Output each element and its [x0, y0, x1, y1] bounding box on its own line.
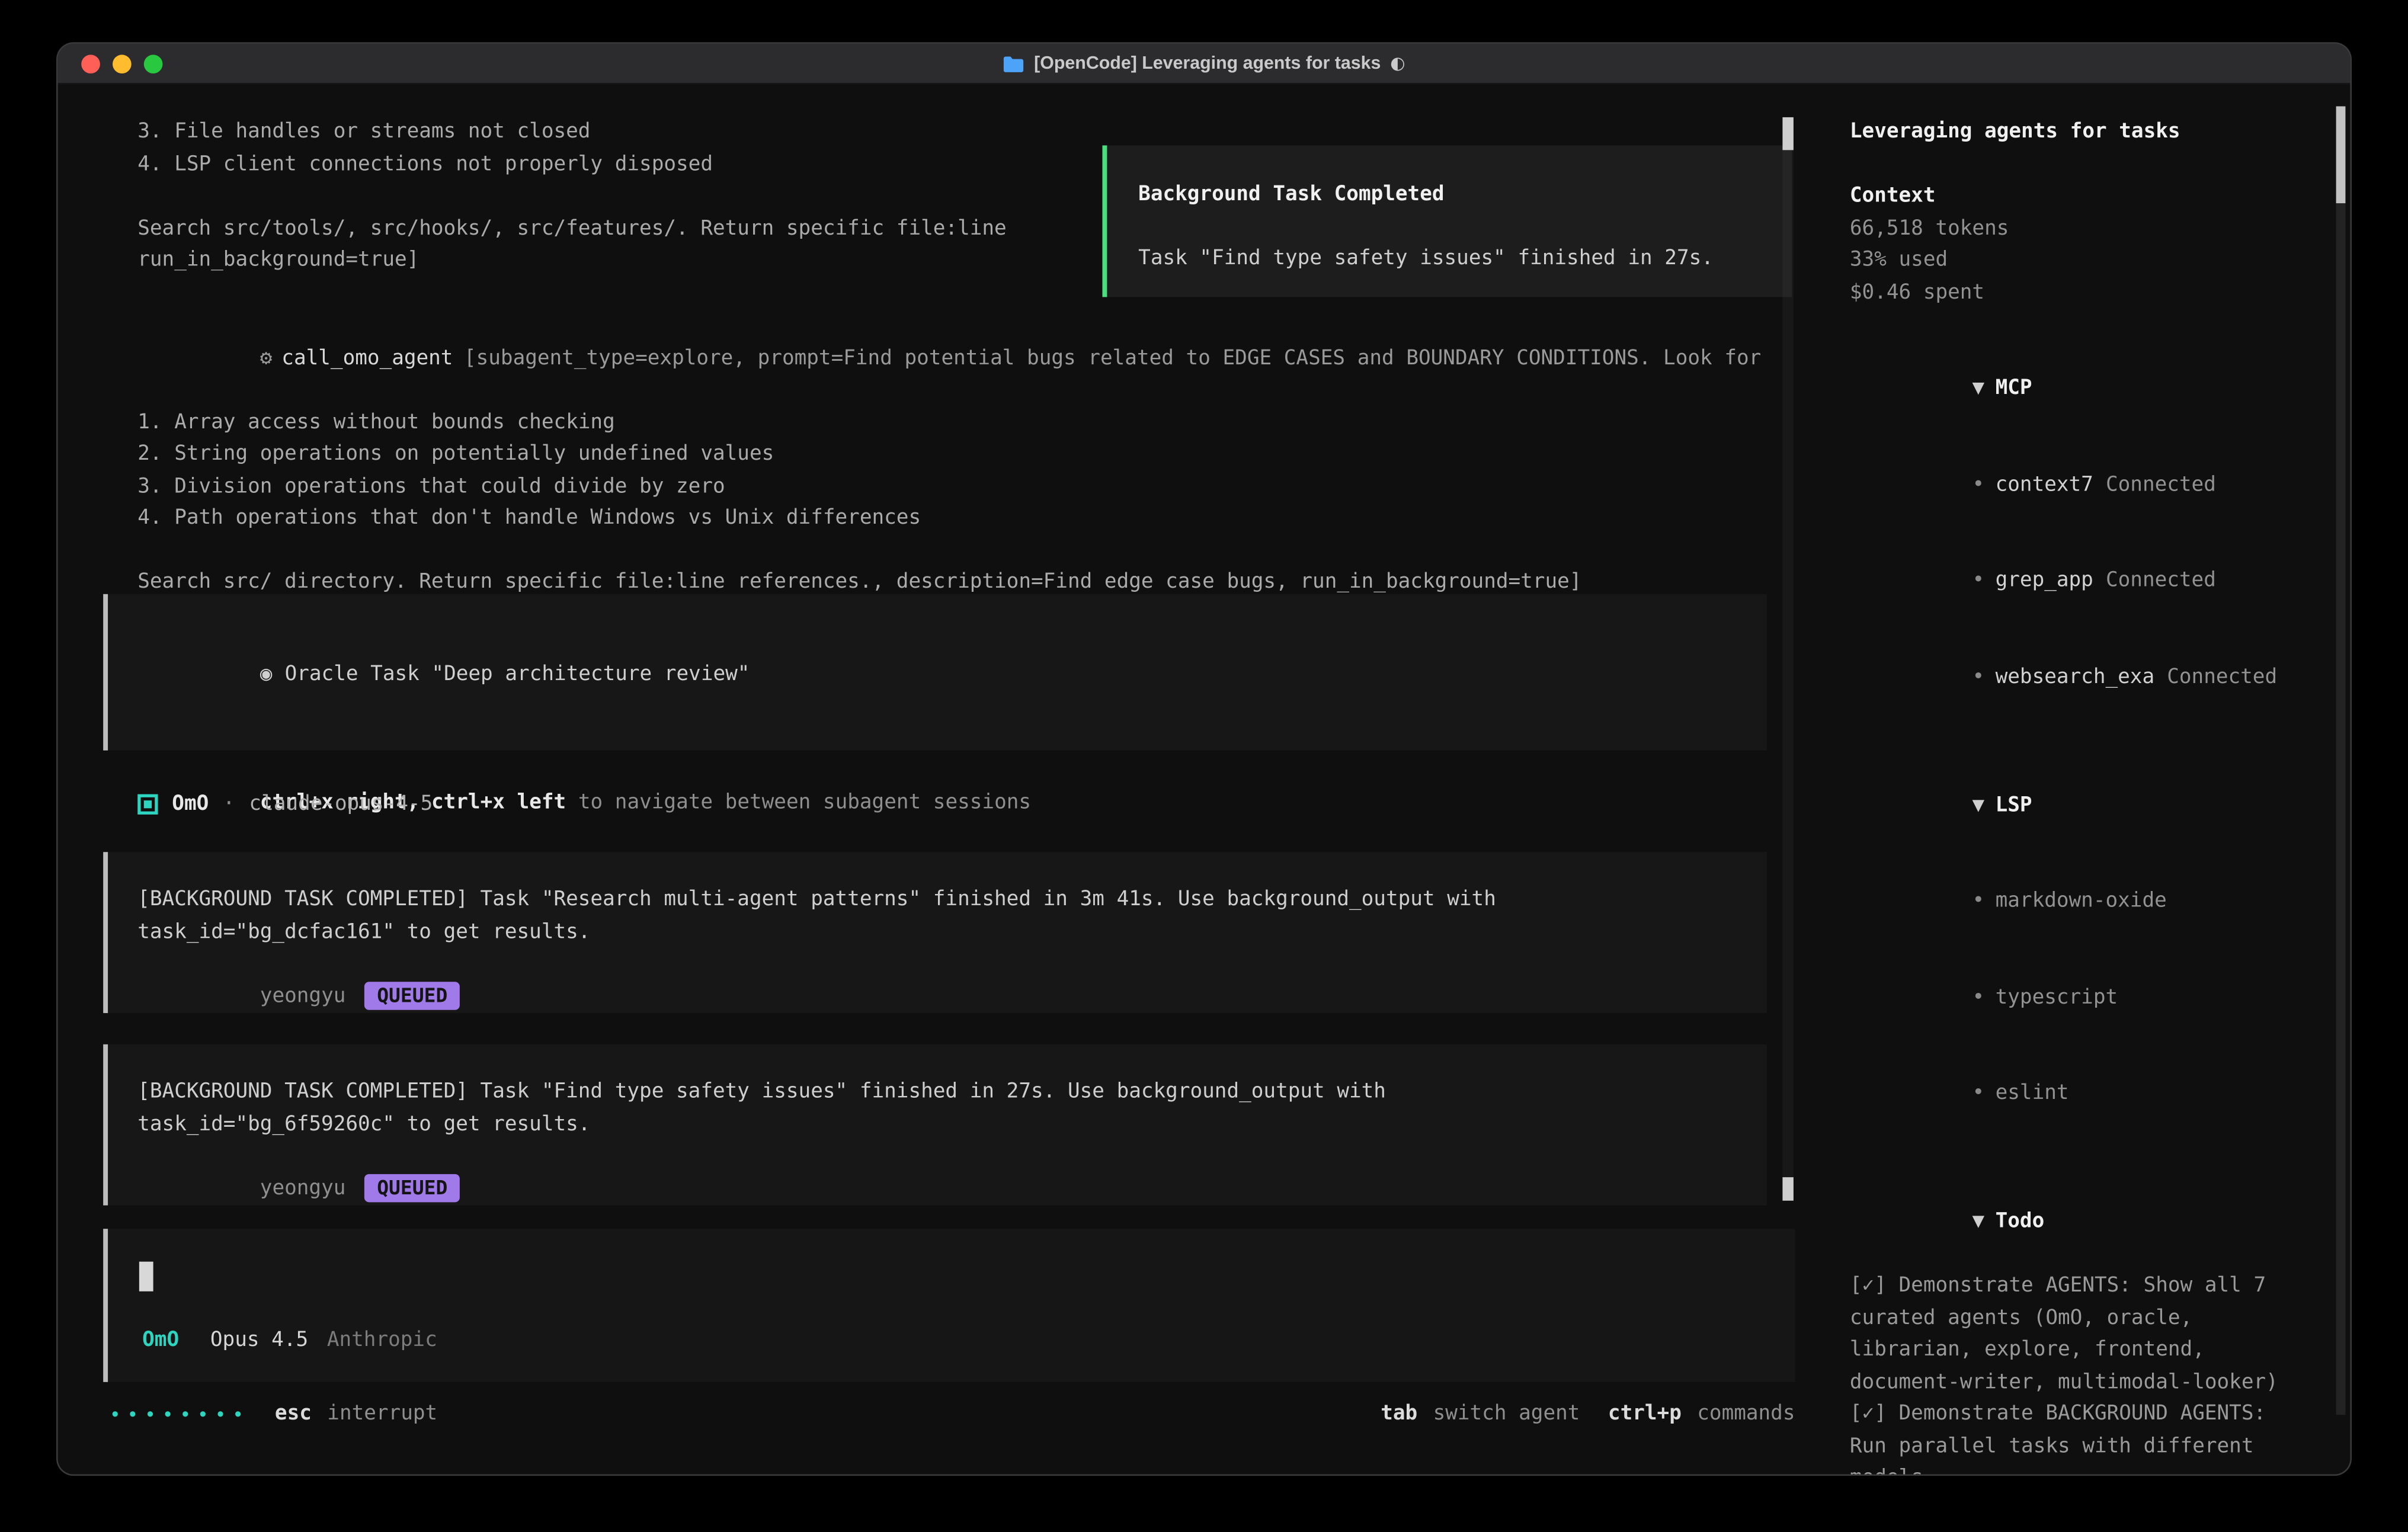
task-line: task_id="bg_6f59260c" to get results.	[137, 1109, 1735, 1141]
log-output: 3. File handles or streams not closed 4.…	[137, 117, 1006, 277]
mcp-item: •grep_appConnected	[1850, 534, 2344, 630]
task-user: yeongyu	[260, 984, 346, 1008]
statusbar-left: •••••••• esc interrupt	[110, 1398, 437, 1430]
statusbar-right: tab switch agent ctrl+p commands	[1381, 1398, 1795, 1430]
model-provider: Anthropic	[327, 1329, 437, 1352]
scrollbar-thumb[interactable]	[2336, 106, 2346, 203]
log-line	[137, 181, 1006, 213]
bullet-icon: •	[1972, 665, 1984, 689]
spinner-dots-icon: ••••••••	[110, 1403, 250, 1425]
scrollbar-thumb[interactable]	[1782, 1177, 1793, 1201]
todo-item: [✓] Demonstrate BACKGROUND AGENTS: Run p…	[1850, 1399, 2344, 1475]
oracle-title-line: ◉ Oracle Task "Deep architecture review"	[137, 627, 1735, 723]
tool-line: 3. Division operations that could divide…	[137, 472, 1761, 504]
agent-model: claude-opus-4-5	[249, 793, 433, 816]
context-used: 33% used	[1850, 245, 2344, 277]
model-name[interactable]: Opus 4.5	[210, 1329, 308, 1352]
context-header: Context	[1850, 181, 2344, 213]
log-line: Search src/tools/, src/hooks/, src/featu…	[137, 213, 1006, 245]
tool-args: [subagent_type=explore, prompt=Find pote…	[464, 347, 1761, 370]
tab-label: switch agent	[1433, 1402, 1580, 1426]
model-line: OmO Opus 4.5 Anthropic	[142, 1329, 437, 1352]
mcp-item: •websearch_exaConnected	[1850, 630, 2344, 726]
tool-call-header: ⚙ call_omo_agent [subagent_type=explore, p…	[137, 311, 1761, 407]
lsp-item: •markdown-oxide	[1850, 854, 2344, 950]
notification-toast[interactable]: Background Task Completed Task "Find typ…	[1102, 145, 1792, 297]
sidebar: Leveraging agents for tasks Context 66,5…	[1850, 117, 2344, 1475]
collapse-arrow-icon: ▼	[1972, 793, 1984, 817]
esc-label: interrupt	[327, 1402, 437, 1426]
agent-icon	[137, 794, 158, 815]
toast-body: Task "Find type safety issues" finished …	[1138, 244, 1764, 276]
todo-section-header[interactable]: ▼Todo	[1850, 1175, 2344, 1271]
bullet-icon: •	[1972, 473, 1984, 496]
task-line: task_id="bg_dcfac161" to get results.	[137, 917, 1735, 949]
tool-call: ⚙ call_omo_agent [subagent_type=explore, p…	[137, 311, 1761, 600]
tool-line	[137, 536, 1761, 568]
background-task-card[interactable]: [BACKGROUND TASK COMPLETED] Task "Resear…	[103, 852, 1767, 1013]
window-title-text: [OpenCode] Leveraging agents for tasks	[1034, 54, 1381, 73]
sidebar-scrollbar[interactable]	[2336, 106, 2346, 1415]
task-user: yeongyu	[260, 1177, 346, 1200]
scrollbar-thumb[interactable]	[1782, 117, 1793, 150]
tool-line: 4. Path operations that don't handle Win…	[137, 504, 1761, 536]
collapse-arrow-icon: ▼	[1972, 377, 1984, 400]
window-title: [OpenCode] Leveraging agents for tasks ◐	[58, 44, 2351, 83]
separator-dot: ·	[223, 793, 235, 816]
bullet-icon: •	[1972, 890, 1984, 914]
half-circle-icon: ◐	[1390, 53, 1405, 73]
context-tokens: 66,518 tokens	[1850, 213, 2344, 245]
lsp-item: •typescript	[1850, 950, 2344, 1046]
status-badge: QUEUED	[364, 1174, 460, 1203]
terminal-window: [OpenCode] Leveraging agents for tasks ◐…	[58, 44, 2351, 1475]
collapse-arrow-icon: ▼	[1972, 1210, 1984, 1234]
mcp-section-header[interactable]: ▼MCP	[1850, 342, 2344, 438]
ctrlp-label: commands	[1697, 1402, 1795, 1426]
text-cursor	[139, 1262, 153, 1291]
screen: [OpenCode] Leveraging agents for tasks ◐…	[0, 0, 2408, 1532]
main-scrollbar[interactable]	[1782, 117, 1793, 1201]
ctrlp-key[interactable]: ctrl+p	[1608, 1402, 1682, 1426]
log-line: 3. File handles or streams not closed	[137, 117, 1006, 149]
oracle-title: Oracle Task "Deep architecture review"	[285, 662, 750, 686]
tab-key[interactable]: tab	[1381, 1402, 1417, 1426]
oracle-task-box[interactable]: ◉Oracle Task "Deep architecture review" …	[103, 594, 1767, 751]
context-spent: $0.46 spent	[1850, 277, 2344, 309]
log-line: run_in_background=true]	[137, 245, 1006, 277]
log-line: 4. LSP client connections not properly d…	[137, 149, 1006, 181]
shortcut-hint: to navigate between subagent sessions	[566, 790, 1031, 814]
model-agent: OmO	[142, 1329, 179, 1352]
toast-title: Background Task Completed	[1138, 180, 1764, 211]
session-title: Leveraging agents for tasks	[1850, 117, 2344, 149]
bullet-icon: •	[1972, 569, 1984, 593]
gear-icon: ⚙	[260, 347, 273, 370]
tool-line: 2. String operations on potentially unde…	[137, 440, 1761, 472]
agent-header: OmO · claude-opus-4-5	[137, 788, 433, 821]
esc-key[interactable]: esc	[275, 1402, 312, 1426]
prompt-input[interactable]: OmO Opus 4.5 Anthropic	[103, 1229, 1795, 1382]
bullet-icon: •	[1972, 986, 1984, 1009]
tool-line: 1. Array access without bounds checking	[137, 407, 1761, 439]
task-footer: yeongyu QUEUED	[137, 949, 1735, 1045]
titlebar[interactable]: [OpenCode] Leveraging agents for tasks ◐	[58, 44, 2351, 85]
todo-item: [✓] Demonstrate AGENTS: Show all 7 curat…	[1850, 1271, 2344, 1399]
agent-name: OmO	[172, 793, 209, 816]
mcp-item: •context7Connected	[1850, 438, 2344, 534]
task-footer: yeongyu QUEUED	[137, 1141, 1735, 1237]
task-line: [BACKGROUND TASK COMPLETED] Task "Resear…	[137, 885, 1735, 917]
lsp-section-header[interactable]: ▼LSP	[1850, 758, 2344, 854]
terminal-content: 3. File handles or streams not closed 4.…	[58, 85, 2351, 1475]
tool-name: call_omo_agent	[281, 347, 453, 370]
record-icon: ◉	[260, 662, 273, 686]
folder-icon	[1003, 54, 1024, 73]
status-badge: QUEUED	[364, 982, 460, 1010]
bullet-icon: •	[1972, 1082, 1984, 1105]
lsp-item: •eslint	[1850, 1047, 2344, 1143]
task-line: [BACKGROUND TASK COMPLETED] Task "Find t…	[137, 1077, 1735, 1109]
background-task-card[interactable]: [BACKGROUND TASK COMPLETED] Task "Find t…	[103, 1044, 1767, 1206]
